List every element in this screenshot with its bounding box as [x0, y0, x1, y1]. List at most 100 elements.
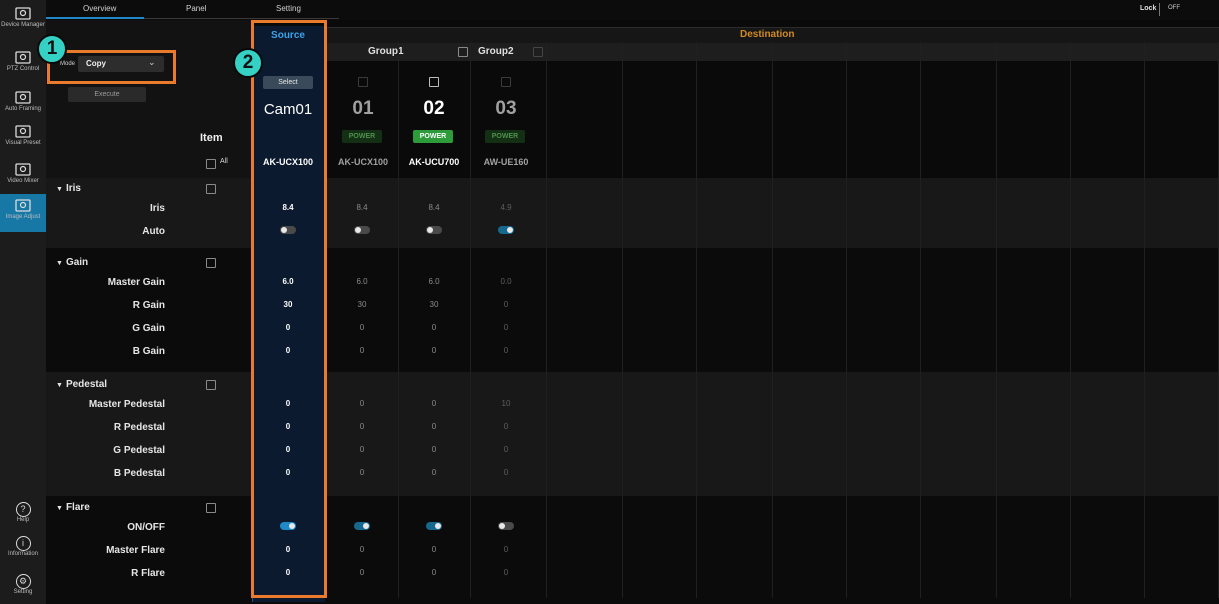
power-button[interactable]: POWER — [342, 130, 382, 143]
item-header: Item — [200, 132, 223, 144]
tab-overview[interactable]: Overview — [83, 4, 116, 13]
value-cell[interactable]: 0.0 — [476, 277, 536, 286]
value-cell[interactable]: 0 — [476, 422, 536, 431]
toggle-switch[interactable] — [354, 226, 370, 234]
toggle-switch[interactable] — [498, 522, 514, 530]
power-button[interactable]: POWER — [413, 130, 453, 143]
value-cell[interactable]: 0 — [332, 422, 392, 431]
value-cell[interactable]: 0 — [332, 545, 392, 554]
value-cell[interactable]: 0 — [476, 445, 536, 454]
callout-1: 1 — [37, 34, 67, 64]
visual-preset-icon — [15, 125, 31, 138]
row-label: ON/OFF — [127, 522, 165, 533]
camera-checkbox[interactable] — [358, 77, 368, 87]
mode-highlight-box — [47, 50, 176, 84]
tab-panel[interactable]: Panel — [186, 4, 206, 13]
value-cell[interactable]: 0 — [476, 346, 536, 355]
collapse-triangle-icon: ▼ — [56, 382, 63, 389]
image-adjust-icon — [15, 199, 31, 212]
gain-section-band — [46, 248, 1219, 372]
value-cell[interactable]: 0 — [476, 300, 536, 309]
value-cell[interactable]: 0 — [404, 422, 464, 431]
group2-checkbox[interactable] — [533, 47, 543, 57]
rail-label: Setting — [13, 589, 33, 595]
camera-number: 03 — [495, 98, 517, 119]
value-cell[interactable]: 30 — [332, 300, 392, 309]
value-cell[interactable]: 0 — [476, 545, 536, 554]
value-cell[interactable]: 0 — [404, 568, 464, 577]
select-all-checkbox[interactable] — [206, 159, 216, 169]
section-checkbox[interactable] — [206, 258, 216, 268]
row-label: Master Gain — [107, 277, 165, 288]
rail-item-video-mixer[interactable]: Video Mixer — [0, 158, 46, 192]
group1-checkbox[interactable] — [458, 47, 468, 57]
toggle-switch[interactable] — [426, 522, 442, 530]
rail-label: Video Mixer — [7, 178, 39, 184]
rail-item-auto-framing[interactable]: Auto Framing — [0, 86, 46, 118]
iris-section-band — [46, 178, 1219, 248]
toggle-switch[interactable] — [354, 522, 370, 530]
lock-toggle[interactable]: OFF — [1168, 5, 1180, 11]
section-header-gain[interactable]: ▼ Gain — [56, 257, 88, 268]
value-cell[interactable]: 0 — [476, 568, 536, 577]
value-cell[interactable]: 0 — [404, 468, 464, 477]
grid-line — [920, 42, 921, 598]
row-label: R Flare — [131, 568, 165, 579]
value-cell[interactable]: 0 — [404, 346, 464, 355]
auto-framing-icon — [15, 91, 31, 104]
toggle-knob — [499, 523, 505, 529]
section-checkbox[interactable] — [206, 380, 216, 390]
collapse-triangle-icon: ▼ — [56, 260, 63, 267]
video-mixer-icon — [15, 163, 31, 176]
value-cell[interactable]: 0 — [404, 323, 464, 332]
value-cell[interactable]: 0 — [476, 468, 536, 477]
section-header-pedestal[interactable]: ▼ Pedestal — [56, 379, 107, 390]
camera-checkbox[interactable] — [429, 77, 439, 87]
toggle-knob — [355, 227, 361, 233]
value-cell[interactable]: 0 — [332, 323, 392, 332]
camera-checkbox[interactable] — [501, 77, 511, 87]
rail-item-image-adjust[interactable]: Image Adjust — [0, 194, 46, 232]
value-cell[interactable]: 30 — [404, 300, 464, 309]
row-label: Auto — [142, 226, 165, 237]
value-cell[interactable]: 10 — [476, 399, 536, 408]
value-cell[interactable]: 0 — [332, 468, 392, 477]
value-cell[interactable]: 8.4 — [404, 203, 464, 212]
value-cell[interactable]: 8.4 — [332, 203, 392, 212]
value-cell[interactable]: 0 — [332, 568, 392, 577]
rail-item-device-manager[interactable]: Device Manager — [0, 2, 46, 38]
section-checkbox[interactable] — [206, 503, 216, 513]
power-button[interactable]: POWER — [485, 130, 525, 143]
value-cell[interactable]: 0 — [404, 445, 464, 454]
value-cell[interactable]: 0 — [332, 445, 392, 454]
rail-item-setting[interactable]: ⚙ Setting — [0, 572, 46, 602]
grid-line — [772, 42, 773, 598]
value-cell[interactable]: 0 — [332, 399, 392, 408]
execute-button[interactable]: Execute — [68, 87, 146, 102]
tab-setting[interactable]: Setting — [276, 4, 301, 13]
value-cell[interactable]: 4.9 — [476, 203, 536, 212]
rail-item-help[interactable]: ? Help — [0, 500, 46, 530]
group2-label: Group2 — [478, 46, 514, 57]
value-cell[interactable]: 6.0 — [332, 277, 392, 286]
section-header-flare[interactable]: ▼ Flare — [56, 502, 90, 513]
destination-header: Destination — [740, 29, 795, 40]
toggle-knob — [435, 523, 441, 529]
section-header-iris[interactable]: ▼ Iris — [56, 183, 81, 194]
toggle-switch[interactable] — [426, 226, 442, 234]
value-cell[interactable]: 0 — [404, 545, 464, 554]
rail-item-visual-preset[interactable]: Visual Preset — [0, 120, 46, 152]
toggle-switch[interactable] — [498, 226, 514, 234]
row-label: B Pedestal — [113, 468, 165, 479]
grid-line — [546, 42, 547, 598]
section-checkbox[interactable] — [206, 184, 216, 194]
rail-item-information[interactable]: i Information — [0, 534, 46, 564]
tab-divider — [144, 18, 339, 19]
value-cell[interactable]: 0 — [404, 399, 464, 408]
value-cell[interactable]: 0 — [476, 323, 536, 332]
rail-label: Image Adjust — [5, 214, 41, 220]
value-cell[interactable]: 6.0 — [404, 277, 464, 286]
rail-label: Device Manager — [1, 22, 45, 28]
value-cell[interactable]: 0 — [332, 346, 392, 355]
flare-section-band — [46, 496, 1219, 604]
